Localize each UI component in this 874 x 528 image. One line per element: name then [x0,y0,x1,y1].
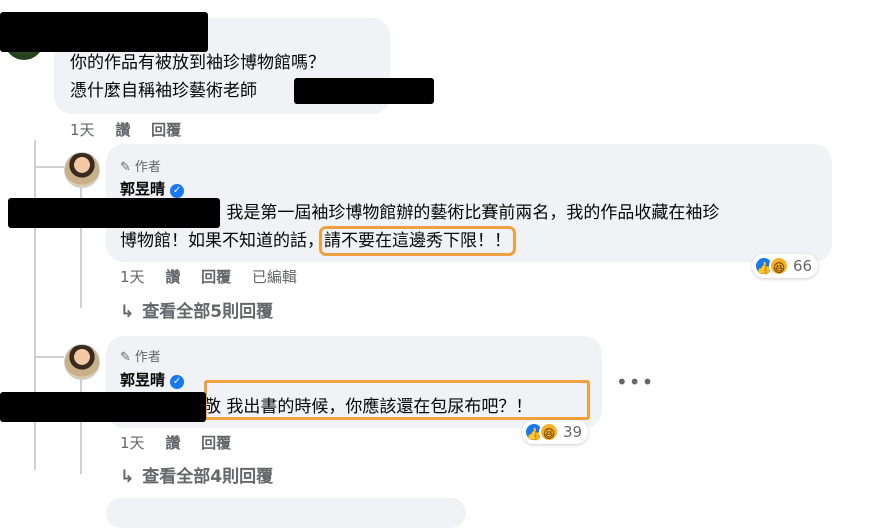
like-button[interactable]: 讚 [165,434,180,452]
like-button[interactable]: 讚 [115,121,130,139]
pencil-icon: ✎ [120,160,131,175]
redacted-name [0,12,208,52]
author-name[interactable]: 郭昱晴 ✓ [120,178,185,199]
reply-text-line1: 敬 我是第一屆袖珍博物館辦的藝術比賽前兩名，我的作品收藏在袖珍 [204,200,719,227]
like-button[interactable]: 讚 [165,268,180,286]
comment-text: 憑什麼自稱袖珍藝術老師 [70,81,257,101]
reply-time[interactable]: 1天 [120,434,145,452]
reply-arrow-icon: ↳ [120,302,135,322]
haha-reaction-icon: 😆 [539,422,559,442]
author-name[interactable]: 郭昱晴 ✓ [120,369,185,390]
reply-button[interactable]: 回覆 [201,268,231,286]
author-tag: ✎ 作者 [120,350,161,365]
reaction-count: 39 [563,423,583,441]
reply-arrow-icon: ↳ [120,467,135,487]
thread-branch [34,166,64,168]
reply-text-line2: 博物館！如果不知道的話，請不要在這邊秀下限！！ [120,226,516,256]
comment-actions: 1天 讚 回覆 [70,119,197,140]
reply-time[interactable]: 1天 [120,268,145,286]
reply-text: 博物館！如果不知道的話， [120,231,324,251]
reaction-summary[interactable]: 👍 😆 66 [752,254,819,278]
view-replies-button[interactable]: ↳ 查看全部5則回覆 [120,297,273,322]
thread-branch [34,356,64,358]
reply-actions: 1天 讚 回覆 已編輯 [120,266,313,287]
verified-badge-icon: ✓ [170,375,185,389]
reply-button[interactable]: 回覆 [151,121,181,139]
next-comment-bubble [106,498,466,528]
edited-label: 已編輯 [251,268,297,286]
reply-text: 我是第一屆袖珍博物館辦的藝術比賽前兩名，我的作品收藏在袖珍 [221,203,720,223]
reaction-count: 66 [793,257,813,275]
author-avatar[interactable] [64,344,100,380]
comment-time[interactable]: 1天 [70,121,95,139]
pencil-icon: ✎ [120,350,131,365]
redacted-mention [0,392,206,422]
author-tag: ✎ 作者 [120,160,161,175]
highlight-box [204,380,590,420]
view-replies-button[interactable]: ↳ 查看全部4則回覆 [120,462,273,487]
comment-text: 你的作品有被放到袖珍博物館嗎？ [70,53,325,73]
reply-button[interactable]: 回覆 [201,434,231,452]
highlighted-text: 請不要在這邊秀下限！！ [319,226,516,256]
haha-reaction-icon: 😆 [769,256,789,276]
author-avatar[interactable] [64,152,100,188]
reply-actions: 1天 讚 回覆 [120,432,247,453]
verified-badge-icon: ✓ [170,184,185,198]
redacted-mention [8,198,220,228]
more-options-button[interactable]: ••• [616,370,654,394]
reaction-summary[interactable]: 👍 😆 39 [522,420,589,444]
redacted-text [294,78,434,104]
